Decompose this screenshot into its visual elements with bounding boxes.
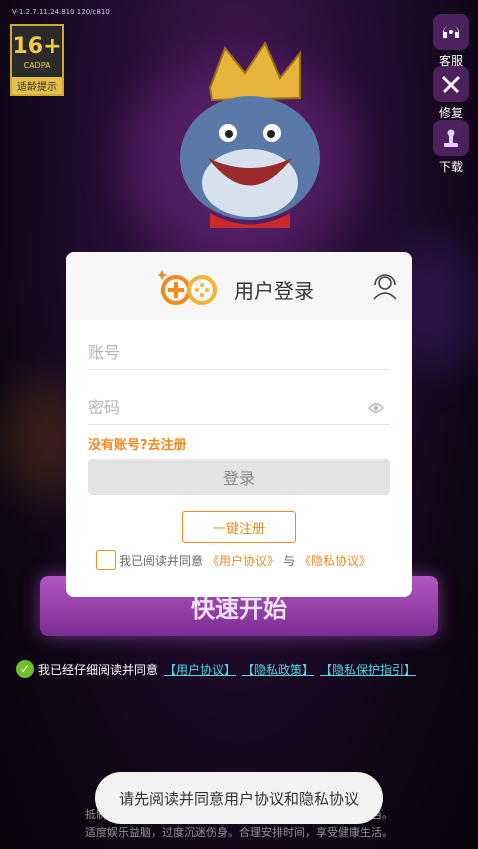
- agreement-checkbox[interactable]: [96, 550, 116, 570]
- account-field: [88, 340, 390, 370]
- customer-service-button[interactable]: 客服: [432, 14, 470, 69]
- headset-icon: [433, 14, 469, 50]
- download-icon: [433, 120, 469, 156]
- wrench-icon: [433, 66, 469, 102]
- user-agreement-link[interactable]: 【用户协议】: [164, 661, 236, 678]
- age-rating: 16+: [12, 34, 62, 59]
- bottom-agreement-row: ✓ 我已经仔细阅读并同意 【用户协议】 【隐私政策】 【隐私保护指引】: [16, 660, 416, 678]
- age-tip-label: 适龄提示: [12, 77, 62, 94]
- shark-mascot-illustration: [180, 40, 320, 228]
- dialog-header: 用户登录: [66, 252, 412, 320]
- privacy-agreement-link[interactable]: 《隐私协议》: [299, 552, 371, 569]
- age-rating-badge: 16+ CADPA 适龄提示: [10, 24, 64, 96]
- bottom-agree-text: 我已经仔细阅读并同意: [38, 662, 159, 677]
- user-agreement-link[interactable]: 《用户协议》: [207, 552, 279, 569]
- download-button[interactable]: 下载: [432, 120, 470, 175]
- password-input[interactable]: [88, 395, 390, 423]
- repair-label: 修复: [438, 106, 463, 120]
- agreement-row: 我已阅读并同意 《用户协议》 与 《隐私协议》: [96, 549, 375, 571]
- download-label: 下载: [438, 160, 463, 174]
- account-input[interactable]: [88, 340, 390, 368]
- register-link[interactable]: 没有账号?去注册: [88, 434, 187, 453]
- agree-and: 与: [283, 553, 296, 568]
- agree-prefix: 我已阅读并同意: [119, 553, 204, 568]
- checkmark-icon[interactable]: ✓: [16, 660, 34, 678]
- dialog-title: 用户登录: [234, 279, 314, 303]
- toast-message: 请先阅读并同意用户协议和隐私协议: [95, 772, 383, 824]
- repair-button[interactable]: 修复: [432, 66, 470, 121]
- one-click-register-button[interactable]: 一键注册: [182, 511, 296, 543]
- version-text: V-1.2.7.11.24.810 120/c810: [12, 8, 110, 16]
- notice-line-2: 适度娱乐益脑，过度沉迷伤身。合理安排时间，享受健康生活。: [85, 826, 393, 839]
- password-field: [88, 395, 390, 425]
- eye-icon[interactable]: [368, 402, 384, 414]
- cadpa-label: CADPA: [23, 61, 51, 70]
- support-agent-icon[interactable]: [372, 272, 398, 300]
- login-button[interactable]: 登录: [88, 459, 390, 495]
- login-dialog: 用户登录 没有账号?去注册 登录 一键注册 我已阅读并同意 《用户协议》 与 《…: [66, 252, 412, 597]
- game-logo-icon: [158, 270, 217, 305]
- privacy-policy-link[interactable]: 【隐私政策】: [242, 661, 314, 678]
- privacy-guide-link[interactable]: 【隐私保护指引】: [320, 661, 416, 678]
